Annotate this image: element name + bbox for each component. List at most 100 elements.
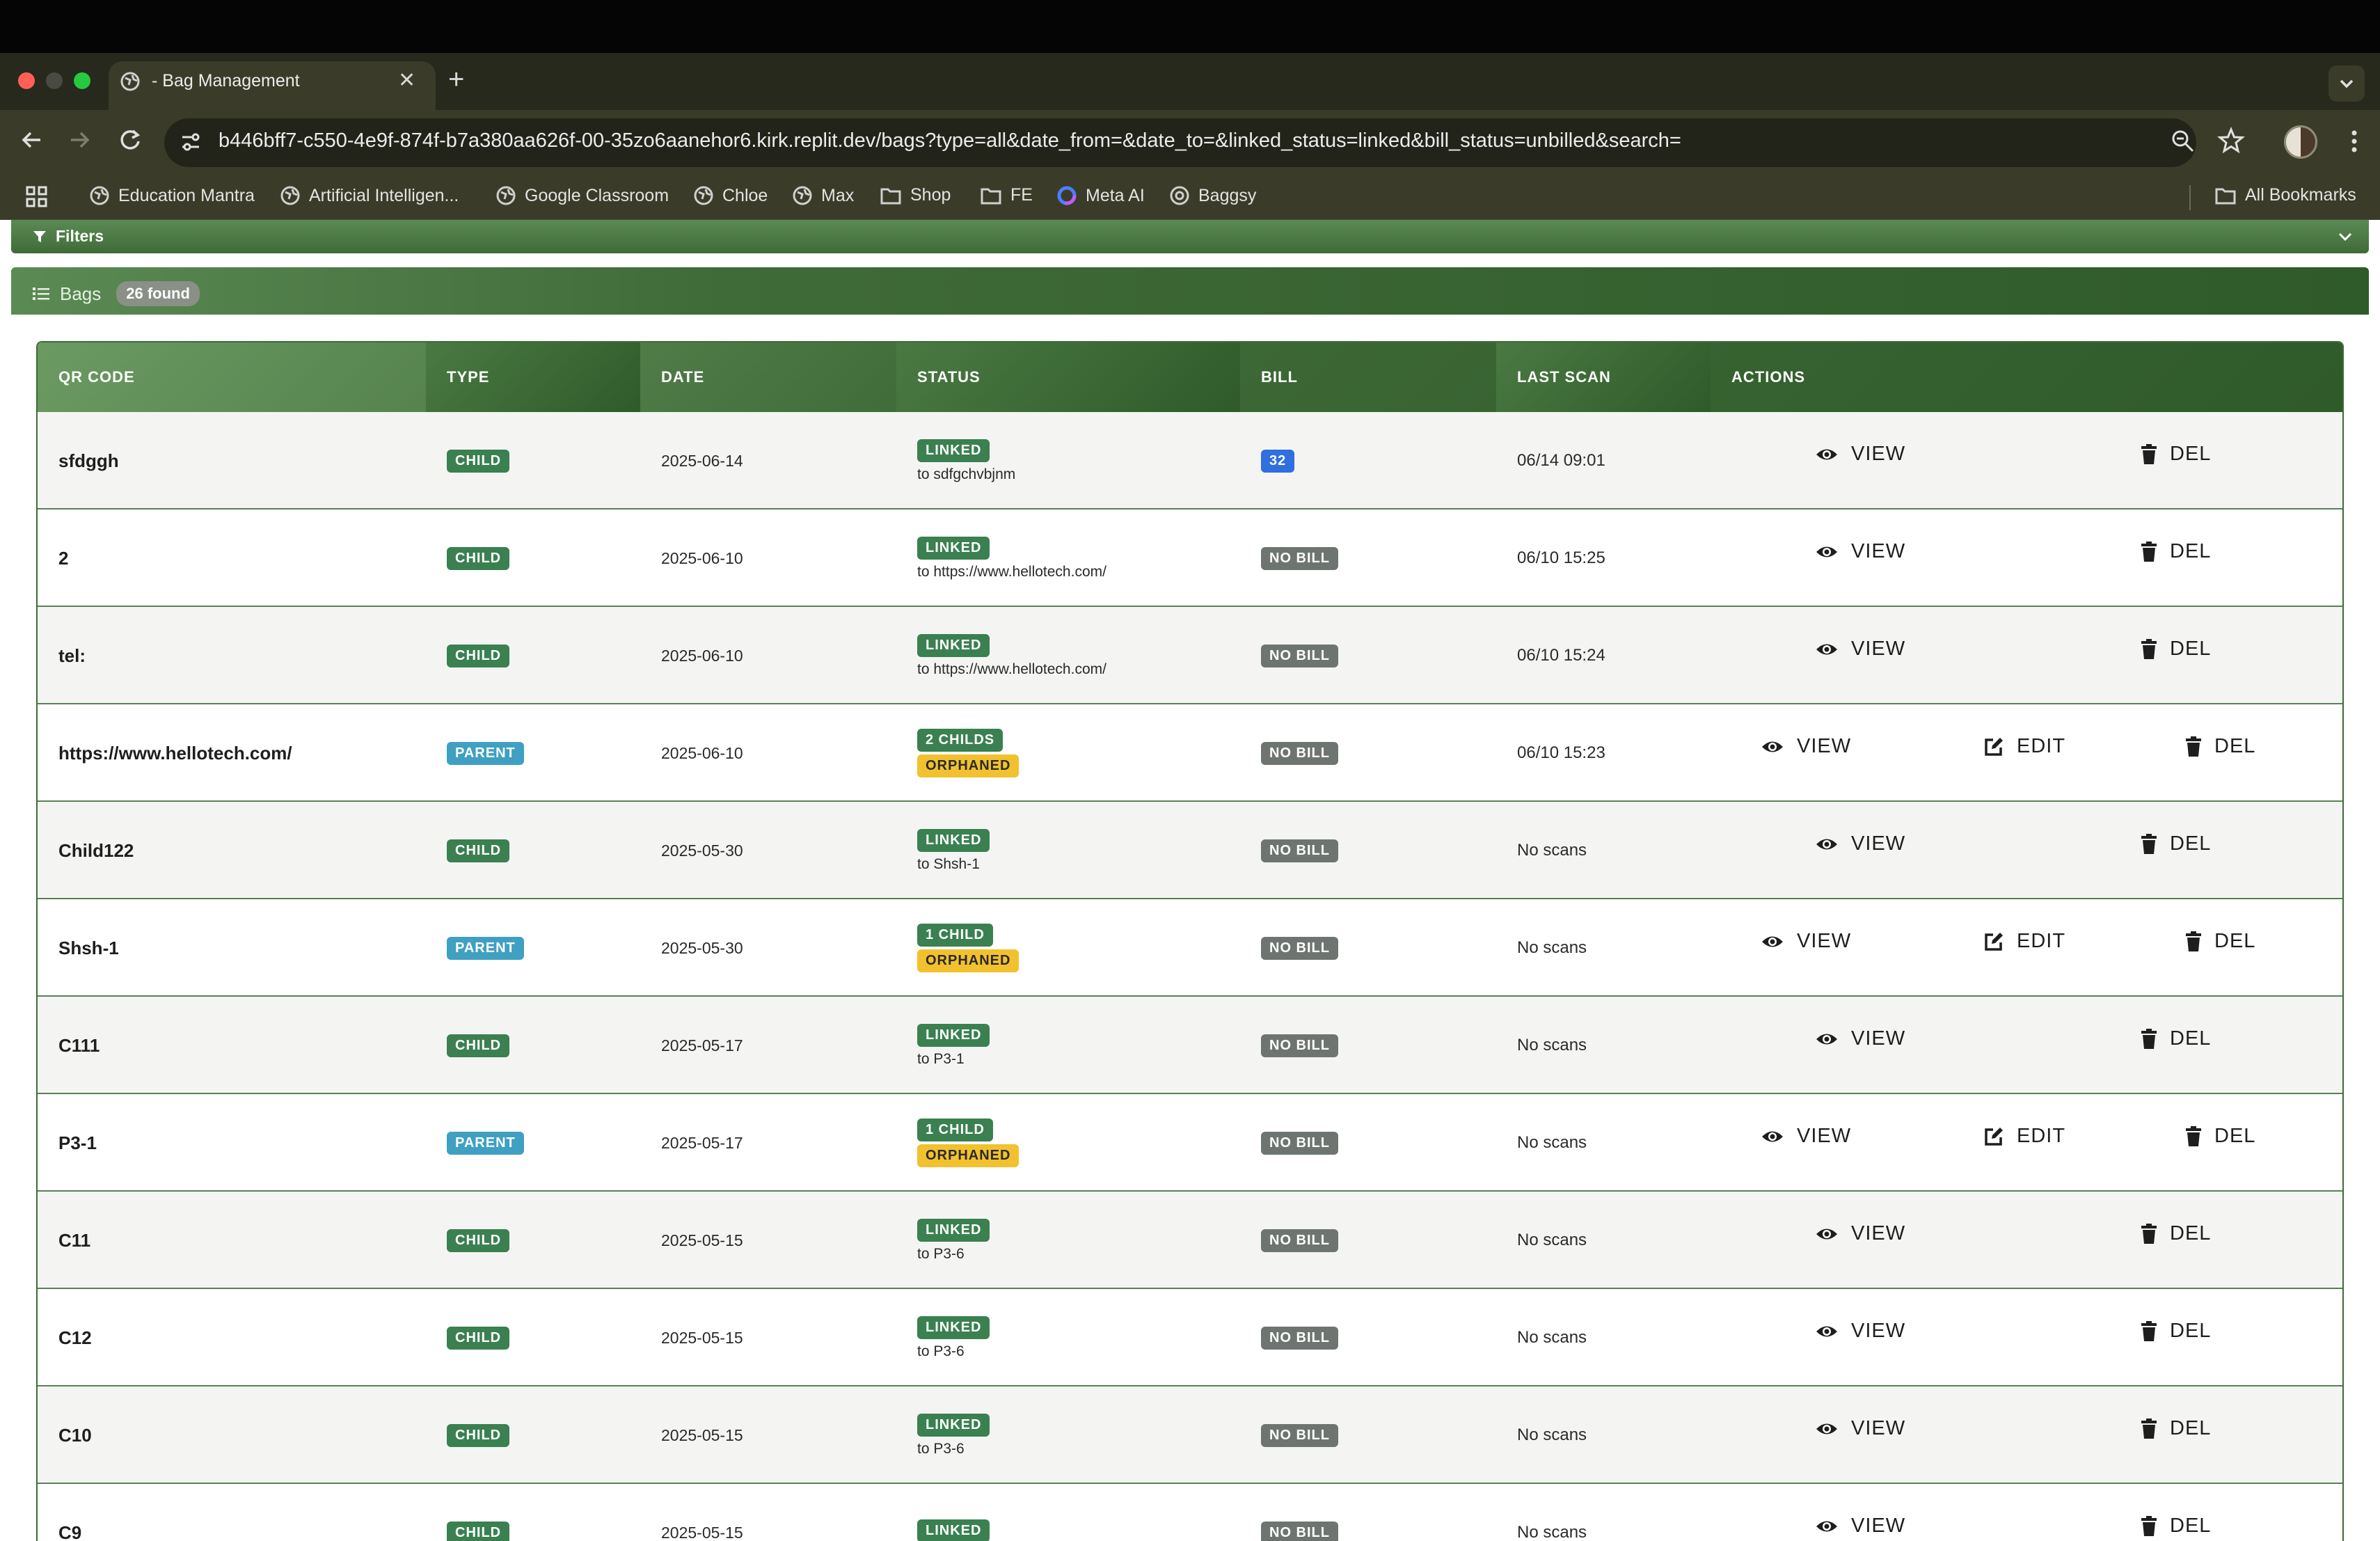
delete-button[interactable]: DEL xyxy=(2141,1417,2211,1440)
forward-arrow-icon[interactable] xyxy=(65,125,95,155)
bags-title: Bags xyxy=(60,283,102,304)
view-button[interactable]: VIEW xyxy=(1815,1417,1905,1440)
apps-grid-icon[interactable] xyxy=(25,185,49,209)
delete-button[interactable]: DEL xyxy=(2185,930,2255,953)
qr-code-text: tel: xyxy=(58,645,86,666)
view-button[interactable]: VIEW xyxy=(1815,1320,1905,1343)
back-arrow-icon[interactable] xyxy=(17,125,46,155)
qr-code-cell: C9 xyxy=(38,1484,426,1541)
column-header-type[interactable]: TYPE xyxy=(426,342,640,412)
edit-button[interactable]: EDIT xyxy=(1983,1125,2065,1148)
type-badge: CHILD xyxy=(447,839,510,862)
eye-icon xyxy=(1816,1423,1837,1434)
bookmark-chloe[interactable]: Chloe xyxy=(693,185,768,206)
url-text[interactable]: b446bff7-c550-4e9f-874f-b7a380aa626f-00-… xyxy=(219,129,1681,152)
view-button[interactable]: VIEW xyxy=(1815,832,1905,855)
view-button[interactable]: VIEW xyxy=(1761,1125,1851,1148)
delete-button[interactable]: DEL xyxy=(2185,1125,2255,1148)
bookmark-star-icon[interactable] xyxy=(2217,127,2245,155)
date-cell: 2025-05-17 xyxy=(640,1094,896,1192)
view-button[interactable]: VIEW xyxy=(1761,735,1851,758)
eye-icon xyxy=(1816,546,1837,557)
bookmark-max[interactable]: Max xyxy=(792,185,854,206)
all-bookmarks-folder[interactable]: All Bookmarks xyxy=(2214,185,2356,205)
delete-button[interactable]: DEL xyxy=(2141,540,2211,563)
delete-button[interactable]: DEL xyxy=(2185,735,2255,758)
view-button[interactable]: VIEW xyxy=(1815,1515,1905,1538)
last-scan-cell: No scans xyxy=(1496,1094,1711,1192)
column-header-date[interactable]: DATE xyxy=(640,342,896,412)
last-scan-cell: No scans xyxy=(1496,1289,1711,1386)
chevron-down-icon xyxy=(2338,232,2352,242)
bookmark-artificial-intelligence[interactable]: Artificial Intelligen... xyxy=(280,185,459,206)
bags-header: Bags 26 found xyxy=(11,267,2369,315)
close-window-button[interactable] xyxy=(18,72,35,89)
bookmark-google-classroom[interactable]: Google Classroom xyxy=(495,185,669,206)
qr-code-text: C111 xyxy=(58,1034,100,1056)
column-header-last-scan[interactable]: LAST SCAN xyxy=(1496,342,1711,412)
site-settings-icon[interactable] xyxy=(178,129,203,155)
bookmark-baggsy[interactable]: Baggsy xyxy=(1169,185,1256,206)
linked-to-text: to P3-6 xyxy=(917,1245,965,1262)
edit-button[interactable]: EDIT xyxy=(1983,735,2065,758)
last-scan-cell: No scans xyxy=(1496,802,1711,899)
reload-icon[interactable] xyxy=(116,125,145,155)
bookmark-meta-ai[interactable]: Meta AI xyxy=(1056,185,1145,206)
view-button[interactable]: VIEW xyxy=(1815,1027,1905,1050)
column-header-qr-code[interactable]: QR CODE xyxy=(38,342,426,412)
last-scan-text: No scans xyxy=(1517,1328,1587,1347)
filters-toggle[interactable]: Filters xyxy=(11,220,2369,253)
view-button[interactable]: VIEW xyxy=(1815,540,1905,563)
bookmark-folder-fe[interactable]: FE xyxy=(980,185,1033,205)
profile-avatar[interactable] xyxy=(2284,125,2317,159)
table-body: sfdggh CHILD 2025-06-14 LINKED to sdfgchvbjn… xyxy=(38,412,2342,1541)
view-button[interactable]: VIEW xyxy=(1761,930,1851,953)
edit-button[interactable]: EDIT xyxy=(1983,930,2065,953)
eye-icon xyxy=(1816,1228,1837,1239)
qr-code-text: P3-1 xyxy=(58,1132,97,1153)
view-button[interactable]: VIEW xyxy=(1815,1222,1905,1245)
view-button[interactable]: VIEW xyxy=(1815,638,1905,661)
column-header-status[interactable]: STATUS xyxy=(896,342,1240,412)
delete-button[interactable]: DEL xyxy=(2141,1222,2211,1245)
table-row: 2 CHILD 2025-06-10 LINKED to https://www.hel… xyxy=(38,509,2342,607)
folder-icon xyxy=(880,188,901,204)
date-text: 2025-05-30 xyxy=(661,938,743,957)
eye-icon xyxy=(1762,1131,1783,1141)
bookmark-education-mantra[interactable]: Education Mantra xyxy=(89,185,255,206)
last-scan-text: 06/14 09:01 xyxy=(1517,451,1605,470)
type-badge: PARENT xyxy=(447,936,524,960)
column-header-actions: ACTIONS xyxy=(1731,368,1805,386)
trash-icon xyxy=(2141,1418,2157,1439)
tab-search-button[interactable] xyxy=(2329,65,2365,102)
delete-button[interactable]: DEL xyxy=(2141,638,2211,661)
bookmark-folder-shop[interactable]: Shop xyxy=(880,185,951,205)
close-tab-icon[interactable]: ✕ xyxy=(398,68,415,93)
minimize-window-button[interactable] xyxy=(46,72,63,89)
delete-button[interactable]: DEL xyxy=(2141,1515,2211,1538)
chevron-down-icon xyxy=(2340,79,2354,88)
zoom-icon[interactable] xyxy=(2170,128,2196,155)
type-cell: PARENT xyxy=(426,1094,640,1192)
openai-icon xyxy=(1170,186,1189,205)
globe-icon xyxy=(120,72,140,91)
table-row: C11 CHILD 2025-05-15 LINKED to P3-6 NO BILL No… xyxy=(38,1192,2342,1289)
new-tab-icon[interactable]: + xyxy=(448,64,464,95)
delete-button[interactable]: DEL xyxy=(2141,832,2211,855)
bill-cell: NO BILL xyxy=(1240,899,1496,997)
view-button[interactable]: VIEW xyxy=(1815,443,1905,466)
maximize-window-button[interactable] xyxy=(74,72,90,89)
qr-code-text: Child122 xyxy=(58,839,134,861)
delete-button[interactable]: DEL xyxy=(2141,1320,2211,1343)
bill-badge[interactable]: 32 xyxy=(1261,449,1295,473)
type-cell: CHILD xyxy=(426,607,640,704)
eye-icon xyxy=(1762,741,1783,752)
column-header-bill[interactable]: BILL xyxy=(1240,342,1496,412)
delete-button[interactable]: DEL xyxy=(2141,443,2211,466)
more-menu-icon[interactable] xyxy=(2344,127,2365,156)
delete-button[interactable]: DEL xyxy=(2141,1027,2211,1050)
trash-icon xyxy=(2141,1320,2157,1341)
status-linked-badge: LINKED xyxy=(917,1519,990,1541)
table-row: C111 CHILD 2025-05-17 LINKED to P3-1 NO BILL N… xyxy=(38,997,2342,1094)
table-row: tel: CHILD 2025-06-10 LINKED to https://www.… xyxy=(38,607,2342,704)
